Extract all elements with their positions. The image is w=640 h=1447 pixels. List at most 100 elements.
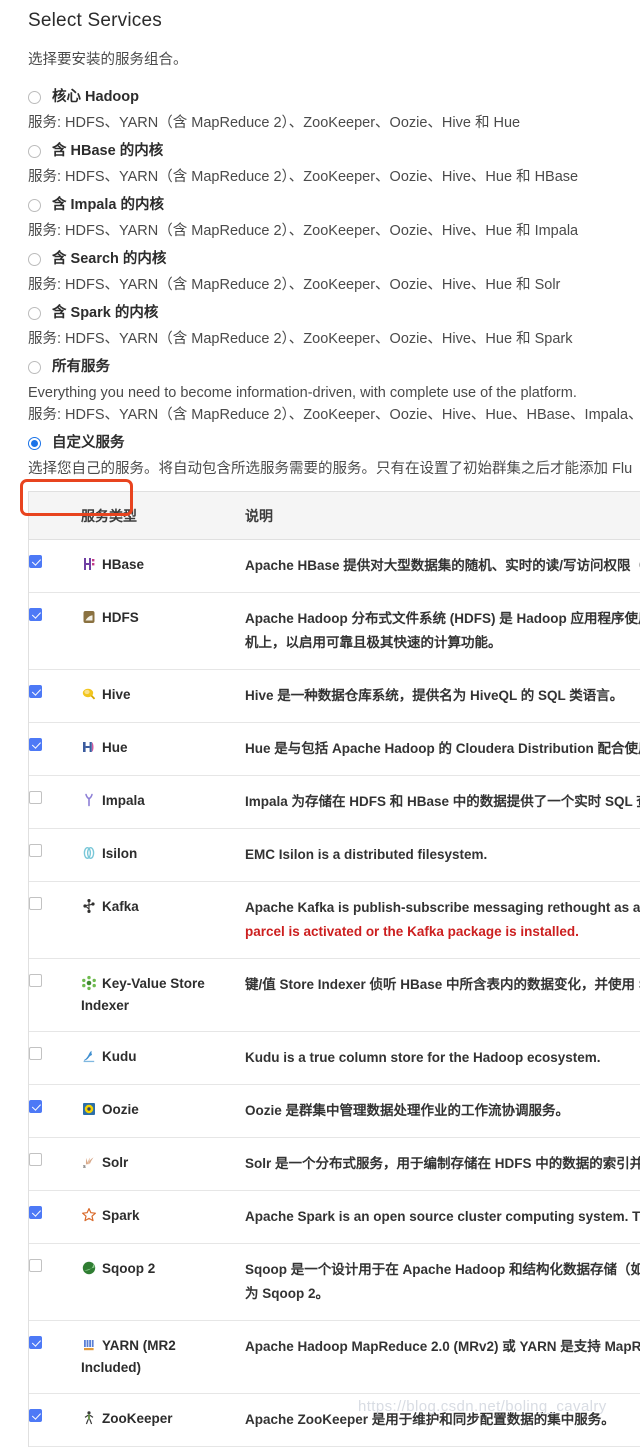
service-name-label: Hue [102,740,128,755]
service-description: Hive 是一种数据仓库系统，提供名为 HiveQL 的 SQL 类语言。 [245,688,624,703]
services-table: 服务类型 说明 HBase Apache HBase 提供对大型数据集的随机、实… [29,492,640,1447]
service-description-warning: parcel is activated or the Kafka package… [245,924,579,939]
row-checkbox-cell[interactable] [29,881,81,959]
row-checkbox-cell[interactable] [29,722,81,776]
radio-icon[interactable] [28,199,41,212]
service-description: Solr 是一个分布式服务，用于编制存储在 HDFS 中的数据的索引并搜 [245,1156,640,1171]
oozie-icon [83,1103,95,1115]
row-checkbox-cell[interactable] [29,1137,81,1191]
row-service-name-cell: Impala [81,775,245,829]
radio-icon[interactable] [28,361,41,374]
service-name-label: HDFS [102,610,139,625]
checkbox-icon-unchecked[interactable] [29,1047,42,1060]
row-checkbox-cell[interactable] [29,1393,81,1447]
checkbox-icon-unchecked[interactable] [29,974,42,987]
kudu-icon [83,1050,95,1063]
service-name-label: Impala [102,793,145,808]
row-description-cell: Apache Kafka is publish-subscribe messag… [245,881,640,959]
row-service-name-cell: YARN (MR2 Included) [81,1320,245,1394]
radio-option-core-with-impala[interactable]: 含 Impala 的内核 [0,187,640,214]
radio-option-label: 所有服务 [52,359,110,375]
row-description-cell: Hive 是一种数据仓库系统，提供名为 HiveQL 的 SQL 类语言。 [245,669,640,723]
column-header-service-type: 服务类型 [81,492,245,540]
row-service-name-cell: Spark [81,1190,245,1244]
row-checkbox-cell[interactable] [29,958,81,1032]
table-row[interactable]: Sqoop 2 Sqoop 是一个设计用于在 Apache Hadoop 和结构… [29,1243,640,1321]
page-title: Select Services [28,10,162,31]
service-name: HDFS [81,607,239,629]
row-checkbox-cell[interactable] [29,1084,81,1138]
hive-icon [82,688,96,700]
radio-option-description: 服务: HDFS、YARN（含 MapReduce 2）、ZooKeeper、O… [28,331,573,347]
row-checkbox-cell[interactable] [29,592,81,670]
radio-icon[interactable] [28,145,41,158]
hue-icon [83,742,94,752]
service-description: Oozie 是群集中管理数据处理作业的工作流协调服务。 [245,1103,570,1118]
table-row[interactable]: HDFS Apache Hadoop 分布式文件系统 (HDFS) 是 Hado… [29,592,640,670]
table-row[interactable]: Isilon EMC Isilon is a distributed files… [29,828,640,882]
service-name: Sqoop 2 [81,1258,239,1280]
checkbox-icon-unchecked[interactable] [29,791,42,804]
checkbox-icon-checked[interactable] [29,608,42,621]
row-service-name-cell: Kudu [81,1031,245,1085]
service-name: Oozie [81,1099,239,1121]
table-row[interactable]: s Solr Solr 是一个分布式服务，用于编制存储在 HDFS 中的数据的索引… [29,1137,640,1191]
table-row[interactable]: Hue Hue 是与包括 Apache Hadoop 的 Cloudera Di… [29,722,640,776]
checkbox-icon-checked[interactable] [29,555,42,568]
checkbox-icon-checked[interactable] [29,738,42,751]
table-row[interactable]: Kudu Kudu is a true column store for the… [29,1031,640,1085]
row-service-name-cell: Key-Value Store Indexer [81,958,245,1032]
impala-icon [85,793,93,807]
solr-icon: s [83,1157,94,1170]
table-row[interactable]: Key-Value Store Indexer 键/值 Store Indexe… [29,958,640,1032]
services-table-header: 服务类型 说明 [29,492,640,540]
radio-option-core-with-hbase[interactable]: 含 HBase 的内核 [0,133,640,160]
radio-icon-selected[interactable] [28,437,41,450]
checkbox-icon-checked[interactable] [29,1336,42,1349]
radio-option-description: 选择您自己的服务。将自动包含所选服务需要的服务。只有在设置了初始群集之后才能添加… [28,461,633,477]
row-description-cell: Apache HBase 提供对大型数据集的随机、实时的读/写访问权限（需 [245,539,640,593]
row-checkbox-cell[interactable] [29,539,81,593]
checkbox-icon-unchecked[interactable] [29,1153,42,1166]
radio-icon[interactable] [28,307,41,320]
table-row[interactable]: Hive Hive 是一种数据仓库系统，提供名为 HiveQL 的 SQL 类语… [29,669,640,723]
row-checkbox-cell[interactable] [29,775,81,829]
row-service-name-cell: Kafka [81,881,245,959]
checkbox-icon-unchecked[interactable] [29,844,42,857]
row-service-name-cell: Hue [81,722,245,776]
service-description-line2: 为 Sqoop 2。 [245,1286,329,1301]
service-name-label: ZooKeeper [102,1411,173,1426]
table-row[interactable]: HBase Apache HBase 提供对大型数据集的随机、实时的读/写访问权… [29,539,640,593]
service-name: Kafka [81,896,239,918]
checkbox-icon-checked[interactable] [29,1409,42,1422]
row-checkbox-cell[interactable] [29,828,81,882]
checkbox-icon-unchecked[interactable] [29,897,42,910]
radio-option-custom-services[interactable]: 自定义服务 [0,425,640,452]
checkbox-icon-checked[interactable] [29,1206,42,1219]
yarn-icon [84,1340,94,1351]
table-row[interactable]: Spark Apache Spark is an open source clu… [29,1190,640,1244]
service-combination-radio-group: 核心 Hadoop 服务: HDFS、YARN（含 MapReduce 2）、Z… [0,69,640,479]
row-checkbox-cell[interactable] [29,669,81,723]
row-checkbox-cell[interactable] [29,1031,81,1085]
checkbox-icon-checked[interactable] [29,1100,42,1113]
table-header-row: 服务类型 说明 [29,492,640,540]
hbase-icon [84,558,95,570]
table-row[interactable]: Kafka Apache Kafka is publish-subscribe … [29,881,640,959]
table-row[interactable]: YARN (MR2 Included) Apache Hadoop MapRed… [29,1320,640,1394]
radio-option-core-with-search[interactable]: 含 Search 的内核 [0,241,640,268]
radio-option-all-services[interactable]: 所有服务 [0,349,640,376]
table-row[interactable]: Oozie Oozie 是群集中管理数据处理作业的工作流协调服务。 [29,1084,640,1138]
radio-icon[interactable] [28,253,41,266]
radio-icon[interactable] [28,91,41,104]
radio-option-core-with-spark[interactable]: 含 Spark 的内核 [0,295,640,322]
row-checkbox-cell[interactable] [29,1243,81,1321]
row-checkbox-cell[interactable] [29,1190,81,1244]
checkbox-icon-checked[interactable] [29,685,42,698]
checkbox-icon-unchecked[interactable] [29,1259,42,1272]
radio-option-label: 自定义服务 [52,435,125,451]
row-checkbox-cell[interactable] [29,1320,81,1394]
radio-option-description: 服务: HDFS、YARN（含 MapReduce 2）、ZooKeeper、O… [28,115,521,131]
table-row[interactable]: Impala Impala 为存储在 HDFS 和 HBase 中的数据提供了一… [29,775,640,829]
radio-option-core-hadoop[interactable]: 核心 Hadoop [0,79,640,106]
